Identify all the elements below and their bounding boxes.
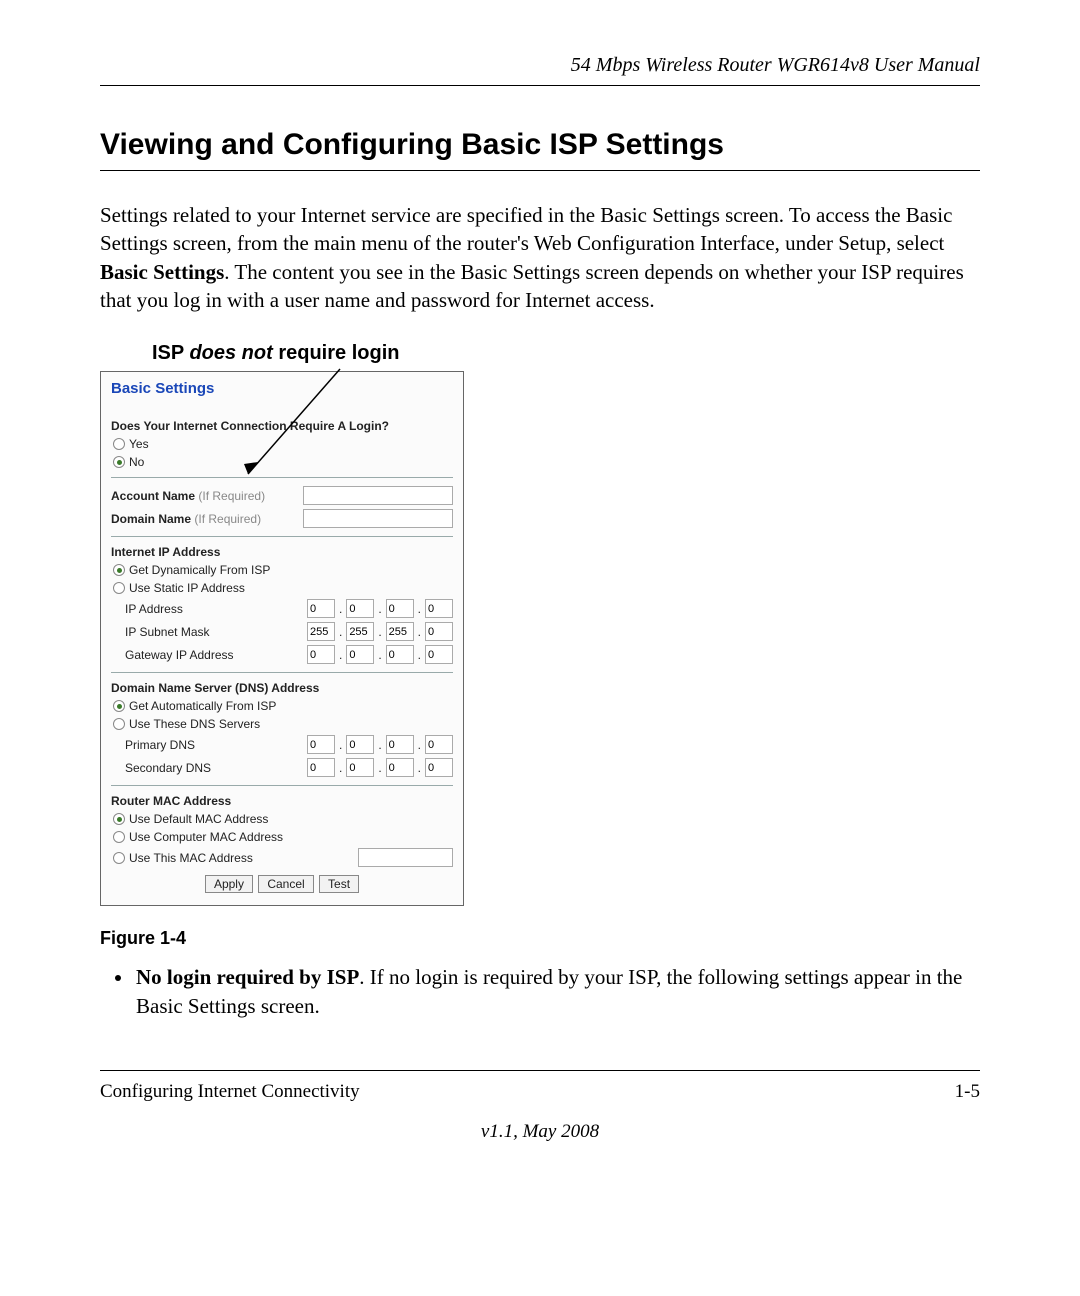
account-name-label: Account Name bbox=[111, 489, 195, 503]
radio-login-no-label: No bbox=[129, 455, 144, 469]
account-name-input[interactable] bbox=[303, 486, 453, 505]
radio-mac-computer-label: Use Computer MAC Address bbox=[129, 830, 283, 844]
sdns-oct3[interactable] bbox=[386, 758, 414, 777]
pdns-oct3[interactable] bbox=[386, 735, 414, 754]
gateway-oct2[interactable] bbox=[346, 645, 374, 664]
callout-suffix: require login bbox=[273, 342, 400, 364]
radio-ip-static[interactable] bbox=[113, 582, 125, 594]
secondary-dns-label: Secondary DNS bbox=[125, 761, 211, 775]
gateway-oct4[interactable] bbox=[425, 645, 453, 664]
divider bbox=[111, 785, 453, 786]
radio-ip-static-label: Use Static IP Address bbox=[129, 581, 245, 595]
bullet-no-login: No login required by ISP. If no login is… bbox=[134, 963, 980, 1020]
ip-address-oct3[interactable] bbox=[386, 599, 414, 618]
radio-dns-custom[interactable] bbox=[113, 718, 125, 730]
callout-prefix: ISP bbox=[152, 342, 189, 364]
radio-dns-custom-label: Use These DNS Servers bbox=[129, 717, 260, 731]
gateway-oct3[interactable] bbox=[386, 645, 414, 664]
sdns-oct4[interactable] bbox=[425, 758, 453, 777]
figure-caption: Figure 1-4 bbox=[100, 928, 980, 949]
domain-name-label: Domain Name bbox=[111, 512, 191, 526]
radio-dns-auto[interactable] bbox=[113, 700, 125, 712]
ip-address-oct2[interactable] bbox=[346, 599, 374, 618]
bullet-lead: No login required by ISP bbox=[136, 965, 359, 989]
pdns-oct4[interactable] bbox=[425, 735, 453, 754]
radio-mac-this-label: Use This MAC Address bbox=[129, 851, 253, 865]
intro-part-b: . The content you see in the Basic Setti… bbox=[100, 260, 964, 312]
ip-address-label: IP Address bbox=[125, 602, 183, 616]
radio-ip-dynamic[interactable] bbox=[113, 564, 125, 576]
gateway-oct1[interactable] bbox=[307, 645, 335, 664]
ip-address-oct1[interactable] bbox=[307, 599, 335, 618]
radio-mac-computer[interactable] bbox=[113, 831, 125, 843]
radio-mac-default-label: Use Default MAC Address bbox=[129, 812, 268, 826]
basic-settings-screenshot: Basic Settings Does Your Internet Connec… bbox=[100, 371, 464, 906]
subnet-oct3[interactable] bbox=[386, 622, 414, 641]
footer-version: v1.1, May 2008 bbox=[100, 1121, 980, 1143]
radio-ip-dynamic-label: Get Dynamically From ISP bbox=[129, 563, 270, 577]
pdns-oct2[interactable] bbox=[346, 735, 374, 754]
cancel-button[interactable]: Cancel bbox=[258, 875, 313, 893]
login-question: Does Your Internet Connection Require A … bbox=[111, 419, 453, 433]
section-title: Viewing and Configuring Basic ISP Settin… bbox=[100, 128, 980, 171]
radio-login-yes-label: Yes bbox=[129, 437, 149, 451]
footer-left: Configuring Internet Connectivity bbox=[100, 1081, 360, 1103]
divider bbox=[111, 477, 453, 478]
subnet-oct1[interactable] bbox=[307, 622, 335, 641]
sdns-oct1[interactable] bbox=[307, 758, 335, 777]
subnet-oct4[interactable] bbox=[425, 622, 453, 641]
divider bbox=[111, 672, 453, 673]
intro-bold: Basic Settings bbox=[100, 260, 224, 284]
page-footer: Configuring Internet Connectivity 1-5 bbox=[100, 1070, 980, 1103]
ip-heading: Internet IP Address bbox=[111, 545, 453, 559]
radio-login-no[interactable] bbox=[113, 456, 125, 468]
subnet-mask-label: IP Subnet Mask bbox=[125, 625, 210, 639]
primary-dns-label: Primary DNS bbox=[125, 738, 195, 752]
dns-heading: Domain Name Server (DNS) Address bbox=[111, 681, 453, 695]
apply-button[interactable]: Apply bbox=[205, 875, 253, 893]
domain-name-input[interactable] bbox=[303, 509, 453, 528]
panel-title: Basic Settings bbox=[111, 380, 453, 397]
callout-emph: does not bbox=[189, 342, 272, 364]
account-name-note: (If Required) bbox=[198, 489, 265, 503]
pdns-oct1[interactable] bbox=[307, 735, 335, 754]
radio-login-yes[interactable] bbox=[113, 438, 125, 450]
subnet-oct2[interactable] bbox=[346, 622, 374, 641]
intro-paragraph: Settings related to your Internet servic… bbox=[100, 201, 980, 314]
domain-name-note: (If Required) bbox=[194, 512, 261, 526]
test-button[interactable]: Test bbox=[319, 875, 359, 893]
intro-part-a: Settings related to your Internet servic… bbox=[100, 203, 952, 255]
mac-heading: Router MAC Address bbox=[111, 794, 453, 808]
radio-dns-auto-label: Get Automatically From ISP bbox=[129, 699, 276, 713]
radio-mac-default[interactable] bbox=[113, 813, 125, 825]
radio-mac-this[interactable] bbox=[113, 852, 125, 864]
footer-right: 1-5 bbox=[955, 1081, 980, 1103]
ip-address-oct4[interactable] bbox=[425, 599, 453, 618]
divider bbox=[111, 536, 453, 537]
callout-label: ISP does not require login bbox=[152, 342, 980, 365]
sdns-oct2[interactable] bbox=[346, 758, 374, 777]
running-header: 54 Mbps Wireless Router WGR614v8 User Ma… bbox=[100, 54, 980, 86]
mac-this-input[interactable] bbox=[358, 848, 453, 867]
gateway-label: Gateway IP Address bbox=[125, 648, 234, 662]
